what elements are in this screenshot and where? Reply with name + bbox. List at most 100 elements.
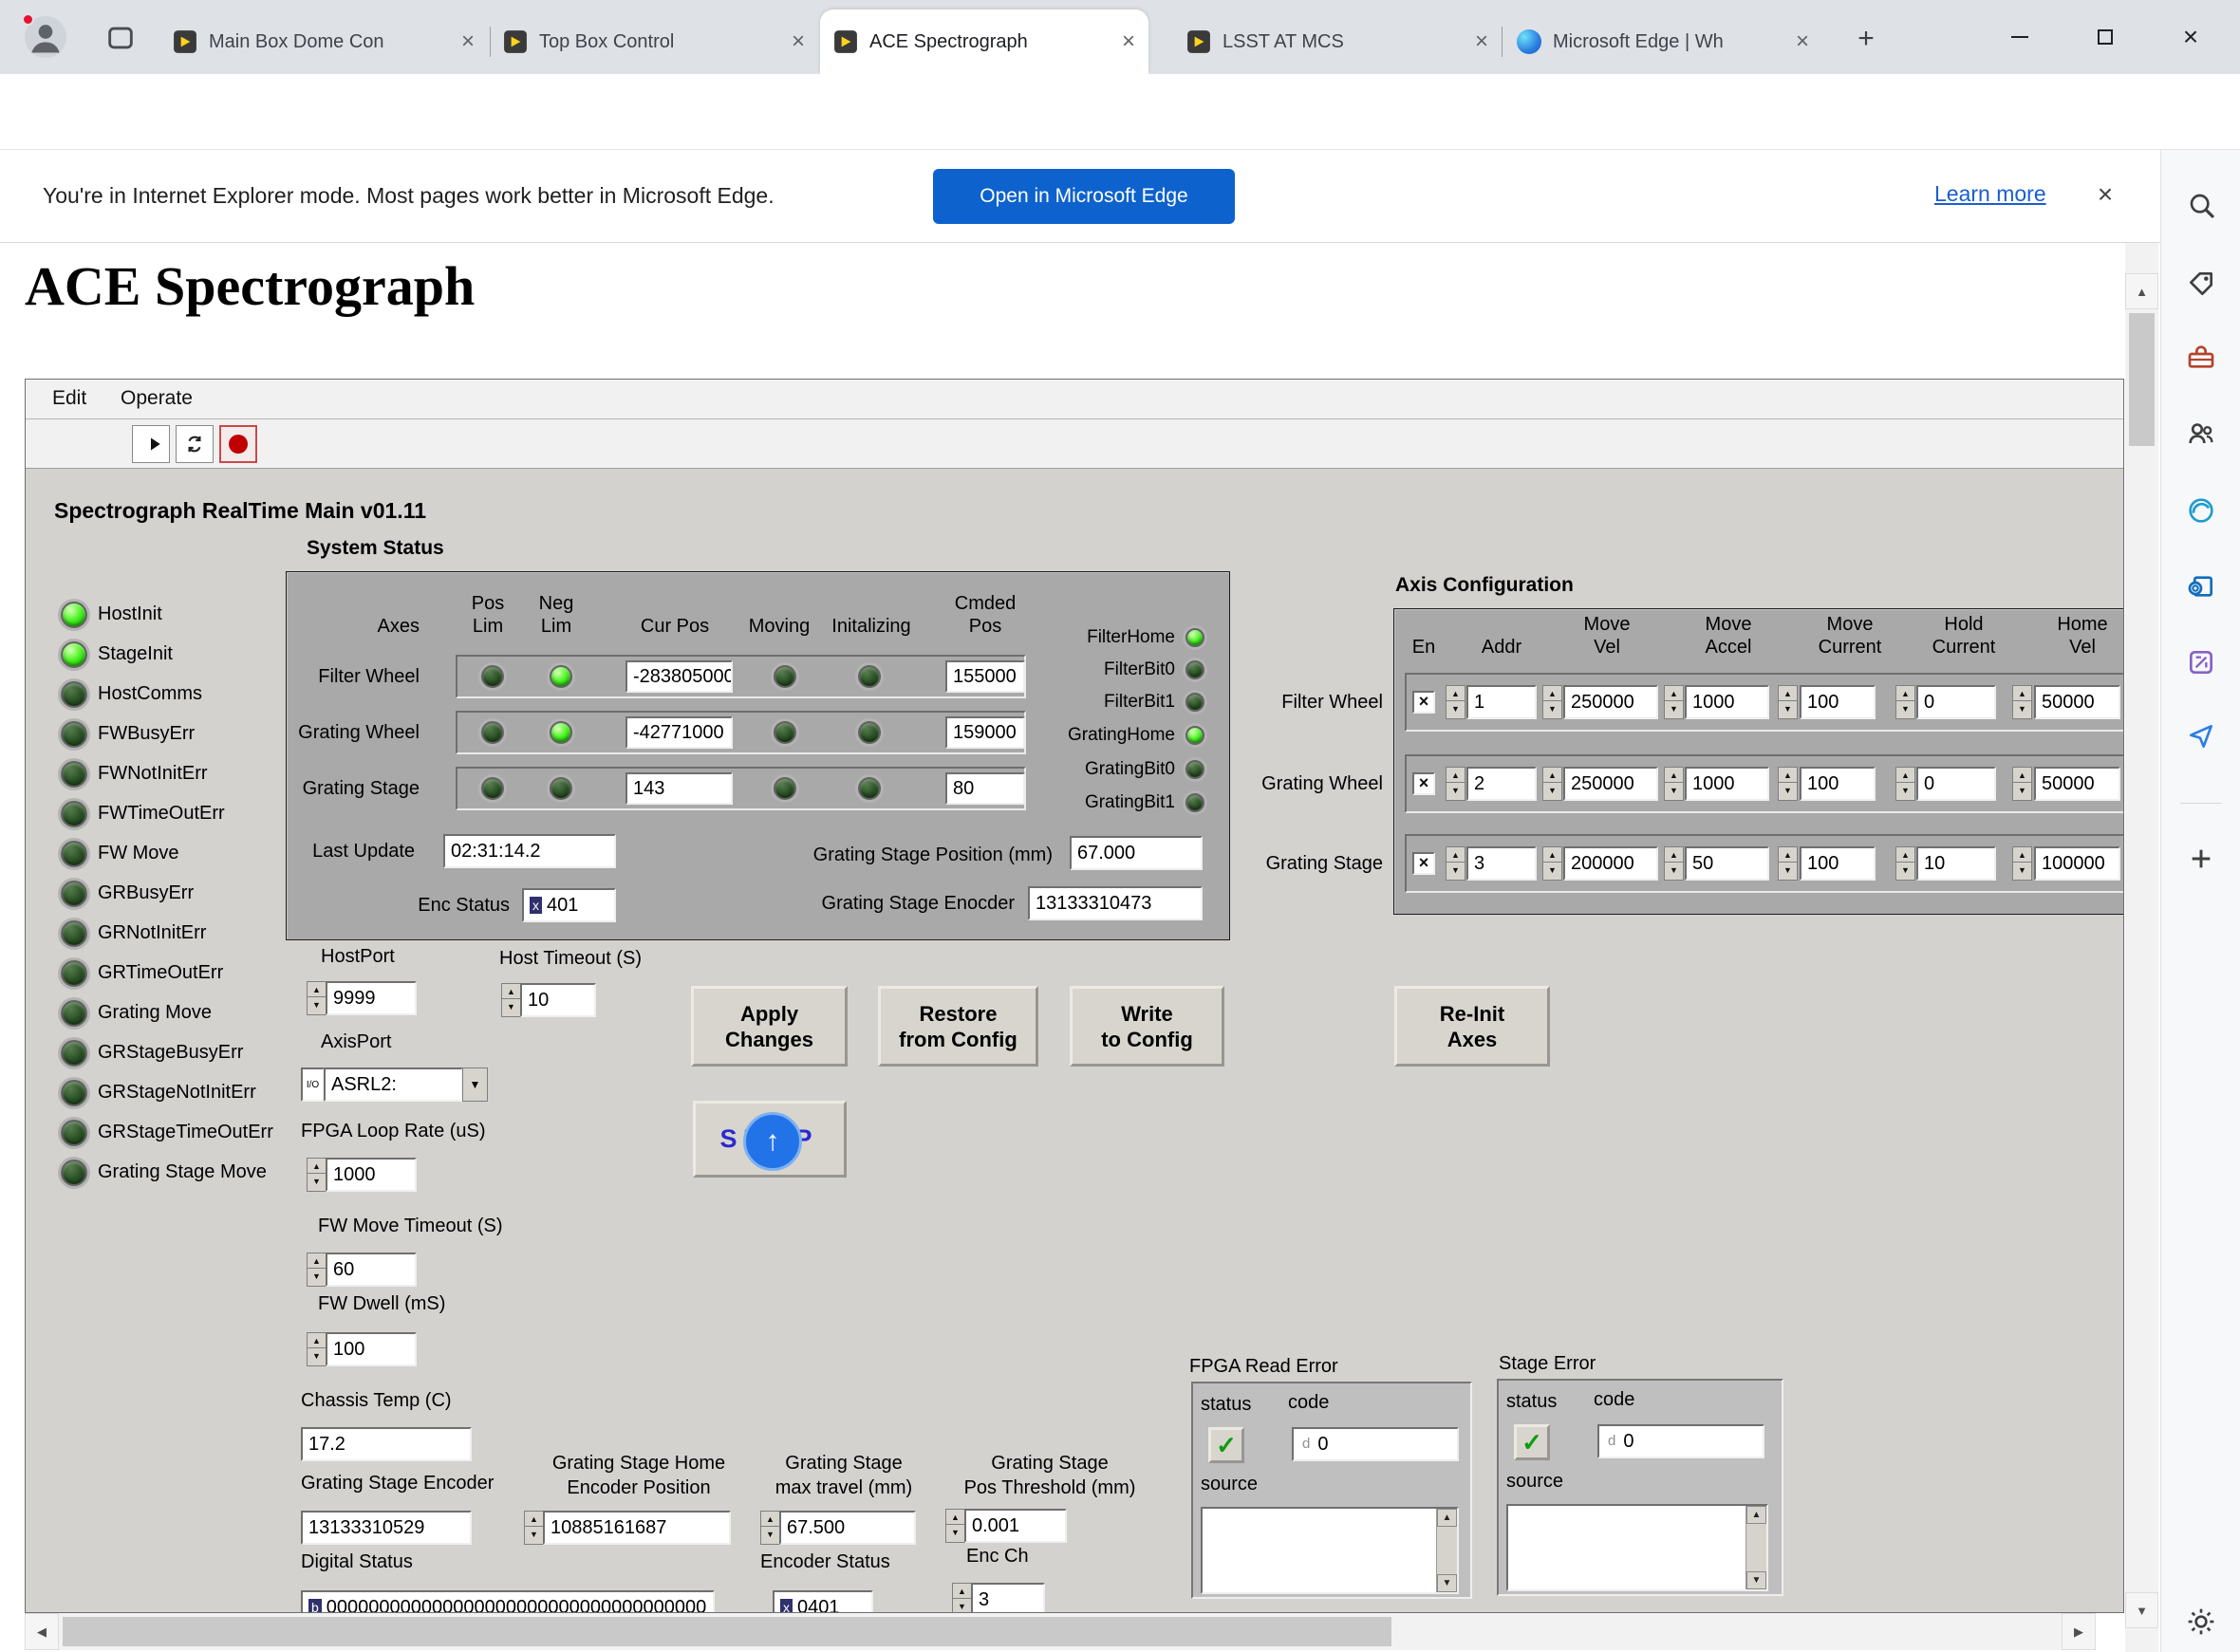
gs-max-travel-field[interactable]: 67.500: [779, 1511, 916, 1545]
filter-wheel-enable-checkbox[interactable]: ×: [1412, 691, 1435, 714]
vertical-scroll-thumb[interactable]: [2129, 313, 2155, 446]
fw-move-timeout-field[interactable]: 60: [326, 1253, 417, 1287]
enc-ch-spinner[interactable]: [952, 1583, 970, 1613]
grating-stage-addr[interactable]: 3: [1466, 846, 1537, 881]
filter-wheel-hold-current[interactable]: 0: [1916, 685, 1996, 719]
tab-top-box-control[interactable]: Top Box Control×: [490, 9, 818, 74]
learn-more-link[interactable]: Learn more: [1934, 181, 2046, 207]
fpga-loop-rate-spinner[interactable]: [307, 1158, 325, 1192]
edge-browser-icon[interactable]: [2186, 495, 2216, 526]
tab-ace-spectrograph[interactable]: ACE Spectrograph×: [820, 9, 1148, 74]
tab-close-icon[interactable]: ×: [792, 30, 805, 53]
filter-wheel-addr[interactable]: 1: [1466, 685, 1537, 719]
close-window-button[interactable]: ×: [2170, 16, 2212, 58]
scroll-down-icon[interactable]: ▼: [1437, 1574, 1457, 1592]
search-icon[interactable]: [2186, 190, 2216, 220]
gs-home-encoder-field[interactable]: 10885161687: [543, 1511, 731, 1545]
minimize-button[interactable]: [1999, 16, 2041, 58]
apply-changes-button[interactable]: ApplyChanges: [691, 986, 848, 1067]
filter-wheel-move-vel-spinner[interactable]: [1542, 685, 1560, 719]
enc-ch-field[interactable]: 3: [971, 1583, 1045, 1613]
profile-avatar[interactable]: [25, 16, 66, 58]
grating-stage-hold-current-spinner[interactable]: [1895, 846, 1913, 881]
run-continuous-button[interactable]: [176, 425, 214, 463]
grating-wheel-hold-current-spinner[interactable]: [1895, 767, 1913, 801]
shopping-icon[interactable]: [2186, 269, 2216, 299]
grating-wheel-move-current-spinner[interactable]: [1778, 767, 1796, 801]
tab-close-icon[interactable]: ×: [1475, 30, 1488, 53]
grating-stage-move-vel-spinner[interactable]: [1542, 846, 1560, 881]
axisport-dropdown-button[interactable]: ▼: [462, 1067, 488, 1102]
grating-stage-move-current-spinner[interactable]: [1778, 846, 1796, 881]
grating-stage-move-accel-spinner[interactable]: [1664, 846, 1682, 881]
outlook-icon[interactable]: [2186, 571, 2216, 602]
stop-button[interactable]: STOP ↑: [693, 1101, 847, 1178]
scroll-left-button[interactable]: ◀: [25, 1613, 59, 1650]
scroll-down-button[interactable]: ▼: [2125, 1592, 2158, 1628]
grating-stage-home-vel[interactable]: 100000: [2034, 846, 2120, 881]
host-timeout-spinner[interactable]: [501, 983, 519, 1017]
tab-actions-icon[interactable]: [104, 22, 137, 54]
fw-dwell-spinner[interactable]: [307, 1332, 325, 1366]
tab-close-icon[interactable]: ×: [461, 30, 475, 53]
filter-wheel-move-accel-spinner[interactable]: [1664, 685, 1682, 719]
gs-pos-threshold-field[interactable]: 0.001: [964, 1509, 1067, 1543]
grating-wheel-enable-checkbox[interactable]: ×: [1412, 772, 1435, 795]
tab-close-icon[interactable]: ×: [1796, 30, 1809, 53]
host-timeout-field[interactable]: 10: [520, 983, 596, 1017]
encoder-status-radix[interactable]: x: [780, 1599, 793, 1613]
fpga-source-scrollbar[interactable]: ▲▼: [1436, 1509, 1457, 1592]
grating-wheel-move-vel-spinner[interactable]: [1542, 767, 1560, 801]
stage-source-area[interactable]: ▲▼: [1506, 1504, 1768, 1591]
gs-home-encoder-spinner[interactable]: [524, 1511, 542, 1545]
filter-wheel-addr-spinner[interactable]: [1446, 685, 1464, 719]
drop-icon[interactable]: [2186, 721, 2216, 752]
fw-move-timeout-spinner[interactable]: [307, 1253, 325, 1287]
banner-close-button[interactable]: ×: [2084, 174, 2126, 215]
write-to-config-button[interactable]: Writeto Config: [1070, 986, 1224, 1067]
gs-max-travel-spinner[interactable]: [760, 1511, 778, 1545]
open-in-edge-button[interactable]: Open in Microsoft Edge: [933, 169, 1235, 224]
new-tab-button[interactable]: +: [1849, 23, 1883, 57]
gs-pos-threshold-spinner[interactable]: [945, 1509, 963, 1543]
maximize-button[interactable]: [2084, 16, 2126, 58]
fpga-source-area[interactable]: ▲▼: [1201, 1507, 1459, 1594]
grating-stage-enable-checkbox[interactable]: ×: [1412, 852, 1435, 875]
grating-wheel-move-current[interactable]: 100: [1800, 767, 1876, 801]
menu-edit[interactable]: Edit: [52, 387, 86, 410]
grating-wheel-addr[interactable]: 2: [1466, 767, 1537, 801]
filter-wheel-move-accel[interactable]: 1000: [1685, 685, 1769, 719]
settings-icon[interactable]: [2186, 1606, 2216, 1637]
grating-wheel-move-vel[interactable]: 250000: [1563, 767, 1658, 801]
filter-wheel-move-current-spinner[interactable]: [1778, 685, 1796, 719]
grating-wheel-move-accel-spinner[interactable]: [1664, 767, 1682, 801]
grating-stage-move-accel[interactable]: 50: [1685, 846, 1769, 881]
restore-from-config-button[interactable]: Restorefrom Config: [878, 986, 1038, 1067]
run-button[interactable]: [132, 425, 170, 463]
tab-lsst-at-mcs[interactable]: LSST AT MCS×: [1173, 9, 1502, 74]
hostport-spinner[interactable]: [307, 981, 325, 1015]
enc-status-radix[interactable]: x: [530, 897, 542, 914]
tab-main-box-dome-con[interactable]: Main Box Dome Con×: [159, 9, 488, 74]
filter-wheel-move-vel[interactable]: 250000: [1563, 685, 1658, 719]
people-icon[interactable]: [2186, 418, 2216, 449]
designer-icon[interactable]: [2186, 647, 2216, 678]
grating-stage-addr-spinner[interactable]: [1446, 846, 1464, 881]
abort-button[interactable]: [219, 425, 257, 463]
hostport-field[interactable]: 9999: [326, 981, 417, 1015]
add-icon[interactable]: [2186, 844, 2216, 874]
tab-close-icon[interactable]: ×: [1122, 30, 1135, 53]
scroll-up-icon[interactable]: ▲: [1437, 1509, 1457, 1527]
grating-wheel-hold-current[interactable]: 0: [1916, 767, 1996, 801]
scroll-up-button[interactable]: ▲: [2125, 273, 2158, 309]
grating-wheel-home-vel[interactable]: 50000: [2034, 767, 2120, 801]
digital-status-radix[interactable]: b: [308, 1599, 322, 1613]
tab-microsoft-edge-wh[interactable]: Microsoft Edge | Wh×: [1503, 9, 1822, 74]
toolbox-icon[interactable]: [2186, 343, 2216, 373]
grating-stage-move-vel[interactable]: 200000: [1563, 846, 1658, 881]
grating-stage-hold-current[interactable]: 10: [1916, 846, 1996, 881]
fpga-loop-rate-field[interactable]: 1000: [326, 1158, 417, 1192]
grating-wheel-home-vel-spinner[interactable]: [2012, 767, 2030, 801]
axisport-field[interactable]: ASRL2:: [324, 1067, 463, 1102]
fw-dwell-field[interactable]: 100: [326, 1332, 417, 1366]
